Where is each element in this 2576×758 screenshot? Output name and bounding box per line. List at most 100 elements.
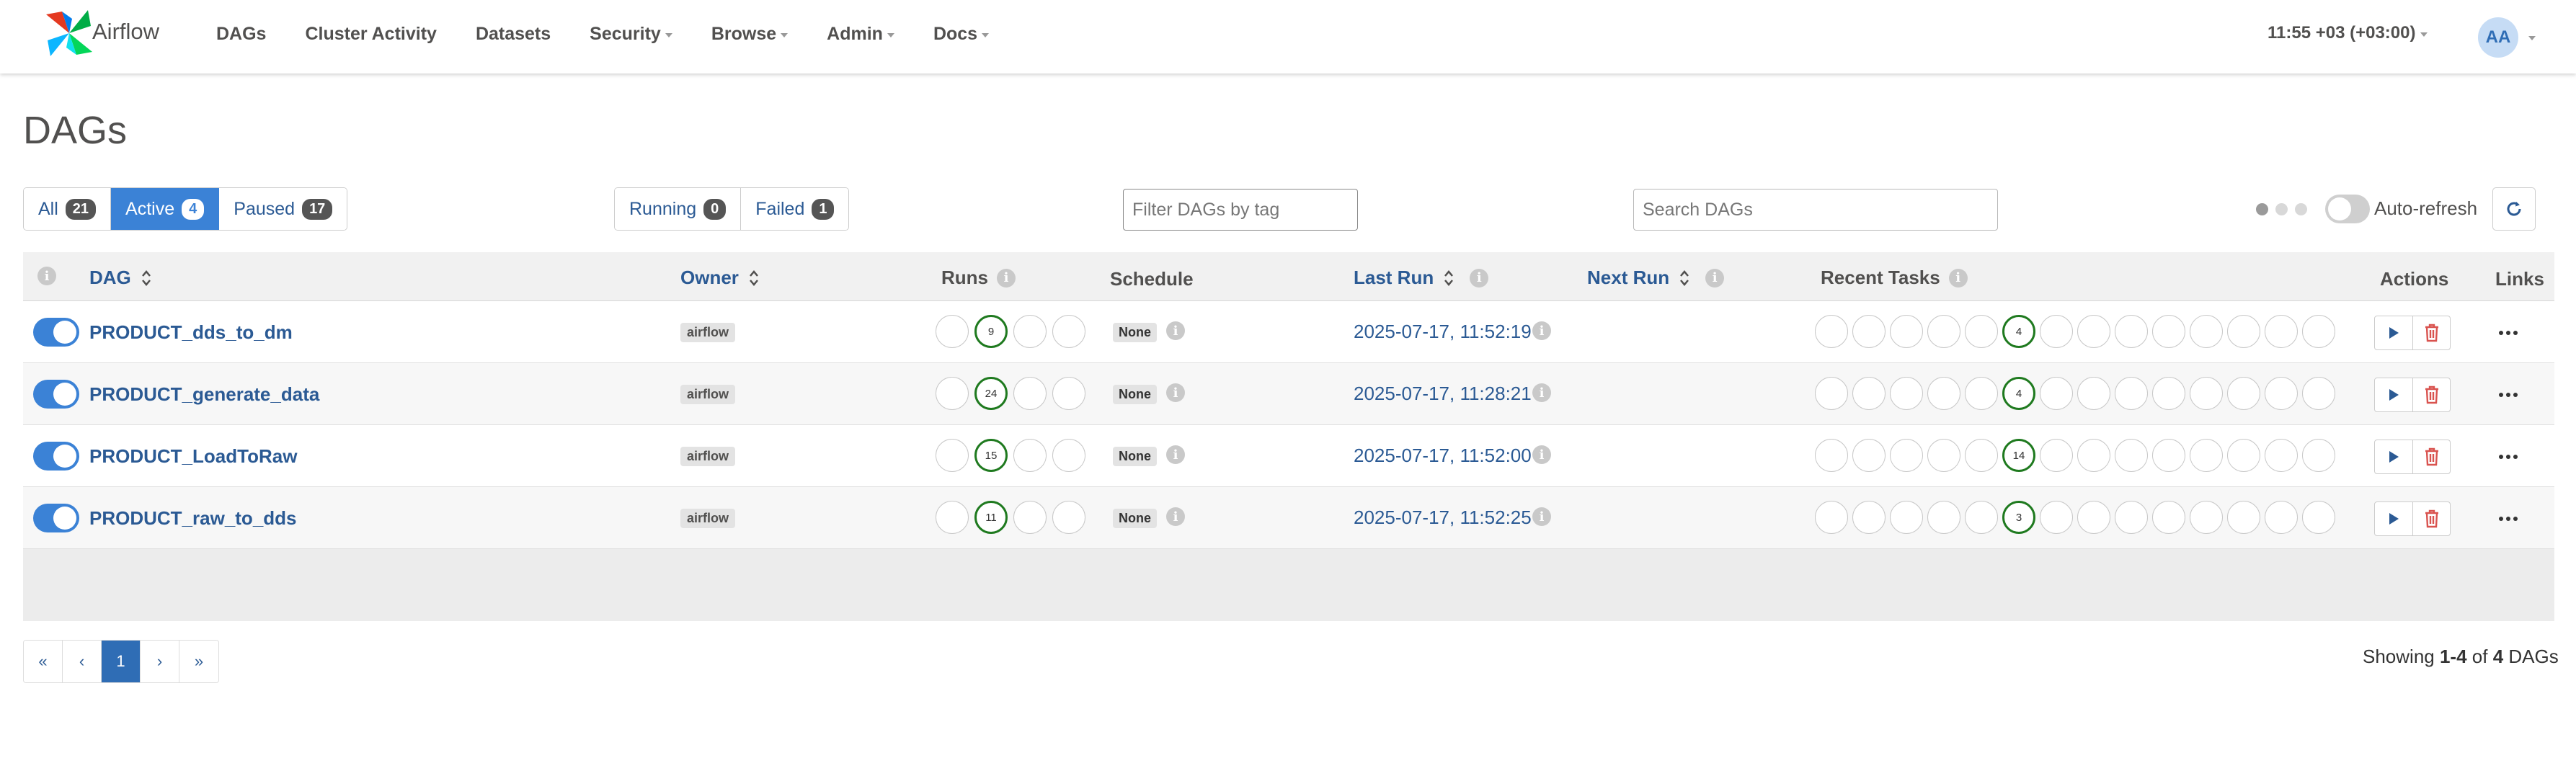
task-status-circle[interactable]: [2115, 439, 2148, 472]
auto-refresh-toggle[interactable]: [2325, 195, 2370, 223]
info-icon[interactable]: i: [1470, 268, 1489, 287]
run-status-circle[interactable]: [1013, 439, 1047, 472]
last-run-link[interactable]: 2025-07-17, 11:52:25: [1354, 507, 1532, 529]
first-page-button[interactable]: «: [24, 641, 63, 682]
schedule-badge[interactable]: None: [1113, 385, 1157, 404]
dag-link[interactable]: PRODUCT_generate_data: [89, 383, 319, 406]
task-status-circle[interactable]: [2227, 315, 2260, 348]
info-icon[interactable]: i: [997, 268, 1016, 287]
owner-badge[interactable]: airflow: [680, 323, 736, 342]
task-status-circle[interactable]: [2227, 439, 2260, 472]
task-status-circle[interactable]: [2077, 377, 2110, 410]
task-status-circle[interactable]: [1815, 315, 1848, 348]
task-status-circle[interactable]: [1852, 439, 1886, 472]
trigger-dag-button[interactable]: [2375, 502, 2412, 535]
run-status-circle[interactable]: [936, 501, 969, 534]
task-status-circle[interactable]: [1927, 501, 1960, 534]
last-run-column-header[interactable]: Last Run i: [1354, 267, 1489, 289]
task-status-circle[interactable]: [2040, 377, 2073, 410]
task-status-circle[interactable]: [1852, 501, 1886, 534]
schedule-badge[interactable]: None: [1113, 509, 1157, 528]
task-status-circle[interactable]: [2190, 439, 2223, 472]
next-page-button[interactable]: ›: [141, 641, 179, 682]
info-icon[interactable]: i: [1532, 321, 1551, 340]
search-input[interactable]: [1633, 189, 1998, 231]
info-icon[interactable]: i: [1705, 268, 1725, 287]
task-status-circle[interactable]: [1815, 501, 1848, 534]
run-status-circle[interactable]: [1052, 501, 1085, 534]
task-status-circle[interactable]: [2152, 315, 2185, 348]
task-status-circle[interactable]: [1815, 377, 1848, 410]
dag-link[interactable]: PRODUCT_dds_to_dm: [89, 321, 293, 344]
task-status-circle[interactable]: [2040, 315, 2073, 348]
next-run-column-header[interactable]: Next Run i: [1587, 267, 1725, 289]
schedule-badge[interactable]: None: [1113, 323, 1157, 342]
info-icon[interactable]: i: [1166, 383, 1185, 402]
last-page-button[interactable]: »: [179, 641, 218, 682]
delete-dag-button[interactable]: [2412, 378, 2450, 411]
task-status-circle[interactable]: [2190, 501, 2223, 534]
info-icon[interactable]: i: [1532, 507, 1551, 526]
task-status-circle[interactable]: [1965, 439, 1998, 472]
nav-dags[interactable]: DAGs: [216, 24, 266, 45]
task-status-circle[interactable]: [1965, 501, 1998, 534]
run-status-circle[interactable]: [1013, 501, 1047, 534]
task-status-circle[interactable]: [1890, 501, 1923, 534]
task-status-circle[interactable]: [2077, 501, 2110, 534]
owner-column-header[interactable]: Owner: [680, 267, 759, 289]
task-status-circle[interactable]: [1890, 377, 1923, 410]
run-status-success-circle[interactable]: 9: [974, 315, 1008, 348]
info-icon[interactable]: i: [1532, 445, 1551, 464]
nav-admin[interactable]: Admin: [827, 24, 894, 45]
trigger-dag-button[interactable]: [2375, 316, 2412, 349]
run-status-circle[interactable]: [1013, 315, 1047, 348]
page-button-current[interactable]: 1: [102, 641, 141, 682]
delete-dag-button[interactable]: [2412, 502, 2450, 535]
task-status-circle[interactable]: [2265, 501, 2298, 534]
task-status-circle[interactable]: [2227, 501, 2260, 534]
task-status-circle[interactable]: [2190, 315, 2223, 348]
run-status-circle[interactable]: [1013, 377, 1047, 410]
task-status-circle[interactable]: [1965, 377, 1998, 410]
owner-badge[interactable]: airflow: [680, 447, 736, 466]
task-status-circle[interactable]: [2302, 439, 2335, 472]
pause-toggle[interactable]: [33, 504, 79, 532]
filter-active-button[interactable]: Active 4: [111, 188, 220, 230]
dag-column-header[interactable]: DAG: [89, 267, 151, 289]
task-status-circle[interactable]: [2302, 315, 2335, 348]
run-status-circle[interactable]: [1052, 315, 1085, 348]
task-status-circle[interactable]: [2152, 439, 2185, 472]
task-status-circle[interactable]: [2227, 377, 2260, 410]
filter-all-button[interactable]: All 21: [24, 188, 112, 230]
task-status-circle[interactable]: [2265, 377, 2298, 410]
filter-failed-button[interactable]: Failed 1: [741, 188, 849, 230]
last-run-link[interactable]: 2025-07-17, 11:52:00: [1354, 445, 1532, 467]
delete-dag-button[interactable]: [2412, 316, 2450, 349]
pause-toggle[interactable]: [33, 380, 79, 409]
task-status-circle[interactable]: [1890, 315, 1923, 348]
nav-docs[interactable]: Docs: [933, 24, 990, 45]
pause-toggle[interactable]: [33, 442, 79, 471]
user-avatar[interactable]: AA: [2478, 17, 2518, 58]
run-status-success-circle[interactable]: 24: [974, 377, 1008, 410]
info-icon[interactable]: i: [1166, 321, 1185, 340]
prev-page-button[interactable]: ‹: [63, 641, 102, 682]
run-status-success-circle[interactable]: 15: [974, 439, 1008, 472]
run-status-circle[interactable]: [1052, 439, 1085, 472]
task-status-circle[interactable]: [2265, 439, 2298, 472]
task-status-circle[interactable]: [1965, 315, 1998, 348]
task-status-success-circle[interactable]: 14: [2002, 439, 2035, 472]
task-status-circle[interactable]: [2115, 377, 2148, 410]
run-status-circle[interactable]: [936, 377, 969, 410]
task-status-success-circle[interactable]: 3: [2002, 501, 2035, 534]
nav-cluster-activity[interactable]: Cluster Activity: [305, 24, 436, 45]
task-status-circle[interactable]: [2115, 501, 2148, 534]
info-icon[interactable]: i: [1166, 507, 1185, 526]
task-status-circle[interactable]: [1927, 439, 1960, 472]
info-icon[interactable]: i: [1532, 383, 1551, 402]
filter-running-button[interactable]: Running 0: [615, 188, 742, 230]
run-status-circle[interactable]: [1052, 377, 1085, 410]
info-icon[interactable]: i: [1948, 268, 1968, 287]
task-status-circle[interactable]: [2077, 439, 2110, 472]
last-run-link[interactable]: 2025-07-17, 11:28:21: [1354, 383, 1532, 405]
